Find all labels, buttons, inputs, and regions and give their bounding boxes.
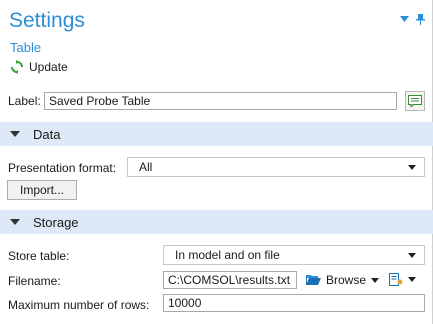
label-field-label: Label: [8,94,41,108]
update-button[interactable]: Update [10,60,68,74]
store-table-row: Store table: [8,249,69,263]
folder-icon [306,275,321,285]
chevron-down-icon [408,253,416,258]
store-table-label: Store table: [8,249,70,263]
max-rows-row: Maximum number of rows: [8,298,149,312]
document-settings-icon [389,273,403,286]
store-table-select[interactable]: In model and on file [163,245,425,265]
comment-icon [408,95,422,107]
max-rows-input[interactable]: 10000 [163,294,425,312]
dropdown-icon[interactable] [399,14,409,24]
section-data-label: Data [33,126,61,142]
filename-input[interactable]: C:\COMSOL\results.txt [163,271,297,289]
chevron-down-icon [408,277,416,282]
page-title: Settings [9,9,85,32]
label-row: Label: [8,94,41,108]
presentation-format-select[interactable]: All [127,157,425,177]
filename-row: Filename: [8,274,61,288]
presentation-format-label: Presentation format: [8,161,117,175]
refresh-icon [11,60,23,74]
max-rows-label: Maximum number of rows: [8,298,150,312]
header-controls [399,13,425,25]
presentation-format-value: All [139,160,153,174]
collapse-icon [10,131,20,137]
pin-icon[interactable] [415,13,425,25]
filename-label: Filename: [8,274,61,288]
chevron-down-icon [408,165,416,170]
store-table-value: In model and on file [175,248,280,262]
section-storage-header[interactable]: Storage [0,210,433,234]
browse-button[interactable]: Browse [306,273,380,287]
section-storage-label: Storage [33,214,79,230]
comment-button[interactable] [405,91,425,111]
presentation-row: Presentation format: [8,161,116,175]
label-input[interactable]: Saved Probe Table [44,92,397,110]
section-data-header[interactable]: Data [0,122,433,146]
chevron-down-icon [371,277,380,283]
update-label: Update [29,60,68,74]
import-button[interactable]: Import... [7,180,77,200]
browse-label: Browse [326,273,367,287]
file-options-button[interactable] [389,273,416,286]
collapse-icon [10,219,20,225]
page-subtitle: Table [10,40,42,55]
